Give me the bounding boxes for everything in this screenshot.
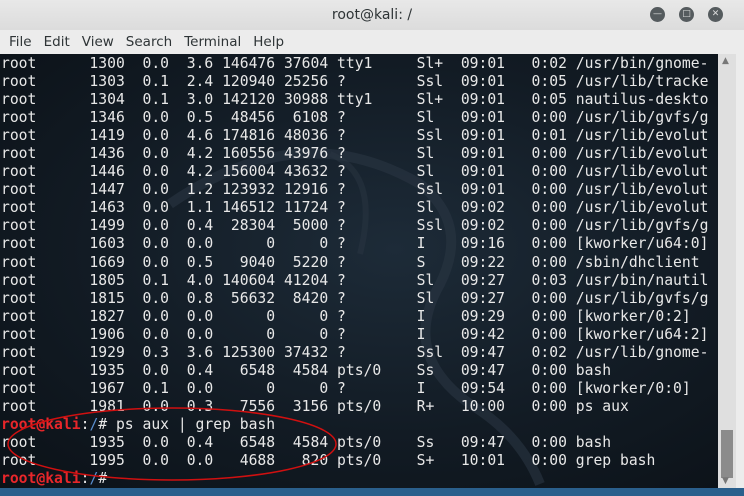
process-row: root 1436 0.0 4.2 160556 43976 ? Sl 09:0…: [1, 145, 709, 163]
process-row: root 1603 0.0 0.0 0 0 ? I 09:16 0:00 [kw…: [1, 235, 709, 253]
process-row: root 1981 0.0 0.3 7556 3156 pts/0 R+ 10:…: [1, 397, 629, 415]
menu-file[interactable]: File: [3, 34, 38, 50]
menu-edit[interactable]: Edit: [38, 34, 76, 50]
scrollbar-thumb[interactable]: [721, 430, 733, 478]
process-row: root 1827 0.0 0.0 0 0 ? I 09:29 0:00 [kw…: [1, 307, 691, 325]
window-title: root@kali: /: [331, 7, 413, 23]
terminal-lines: root 1300 0.0 3.6 146476 37604 tty1 Sl+ …: [1, 55, 708, 488]
scroll-down-icon[interactable]: ▼: [722, 476, 729, 486]
process-row: root 1300 0.0 3.6 146476 37604 tty1 Sl+ …: [1, 55, 709, 72]
prompt-user: root@kali: [1, 470, 81, 488]
menu-bar: File Edit View Search Terminal Help: [0, 30, 744, 54]
process-row: root 1669 0.0 0.5 9040 5220 ? S 09:22 0:…: [1, 253, 700, 271]
prompt-path: /: [89, 470, 99, 488]
process-row: root 1303 0.1 2.4 120940 25256 ? Ssl 09:…: [1, 73, 709, 91]
title-bar[interactable]: root@kali: / — □ ✕: [0, 0, 744, 30]
process-row: root 1929 0.3 3.6 125300 37432 ? Ssl 09:…: [1, 343, 709, 361]
scrollbar[interactable]: ▲ ▼: [718, 54, 736, 488]
process-row: root 1815 0.0 0.8 56632 8420 ? Sl 09:27 …: [1, 289, 709, 307]
prompt-user: root@kali: [1, 415, 81, 433]
process-row: root 1446 0.0 4.2 156004 43632 ? Sl 09:0…: [1, 163, 709, 181]
process-row: root 1499 0.0 0.4 28304 5000 ? Ssl 09:02…: [1, 217, 709, 235]
process-row: root 1935 0.0 0.4 6548 4584 pts/0 Ss 09:…: [1, 361, 612, 379]
prompt-command: #: [98, 470, 108, 488]
prompt-command: # ps aux | grep bash: [98, 415, 276, 433]
scroll-up-icon[interactable]: ▲: [722, 56, 729, 66]
process-row: root 1304 0.1 3.0 142120 30988 tty1 Sl+ …: [1, 91, 709, 109]
minimize-button[interactable]: —: [650, 7, 665, 22]
process-row: root 1935 0.0 0.4 6548 4584 pts/0 Ss 09:…: [1, 433, 612, 451]
process-row: root 1995 0.0 0.0 4688 820 pts/0 S+ 10:0…: [1, 452, 656, 470]
process-row: root 1967 0.1 0.0 0 0 ? I 09:54 0:00 [kw…: [1, 379, 691, 397]
maximize-button[interactable]: □: [679, 7, 694, 22]
process-row: root 1805 0.1 4.0 140604 41204 ? Sl 09:2…: [1, 271, 709, 289]
menu-terminal[interactable]: Terminal: [178, 34, 247, 50]
terminal-output[interactable]: root 1300 0.0 3.6 146476 37604 tty1 Sl+ …: [0, 54, 718, 488]
process-row: root 1463 0.0 1.1 146512 11724 ? Sl 09:0…: [1, 199, 709, 217]
prompt-path: /: [89, 415, 99, 433]
menu-view[interactable]: View: [76, 34, 120, 50]
shell-prompt: root@kali:/# ps aux | grep bash: [1, 416, 708, 434]
shell-prompt: root@kali:/#: [1, 470, 708, 488]
process-row: root 1346 0.0 0.5 48456 6108 ? Sl 09:01 …: [1, 109, 709, 127]
menu-help[interactable]: Help: [247, 34, 290, 50]
menu-search[interactable]: Search: [120, 34, 178, 50]
process-row: root 1419 0.0 4.6 174816 48036 ? Ssl 09:…: [1, 127, 709, 145]
close-button[interactable]: ✕: [708, 7, 723, 22]
process-row: root 1906 0.0 0.0 0 0 ? I 09:42 0:00 [kw…: [1, 325, 709, 343]
process-row: root 1447 0.0 1.2 123932 12916 ? Ssl 09:…: [1, 181, 709, 199]
